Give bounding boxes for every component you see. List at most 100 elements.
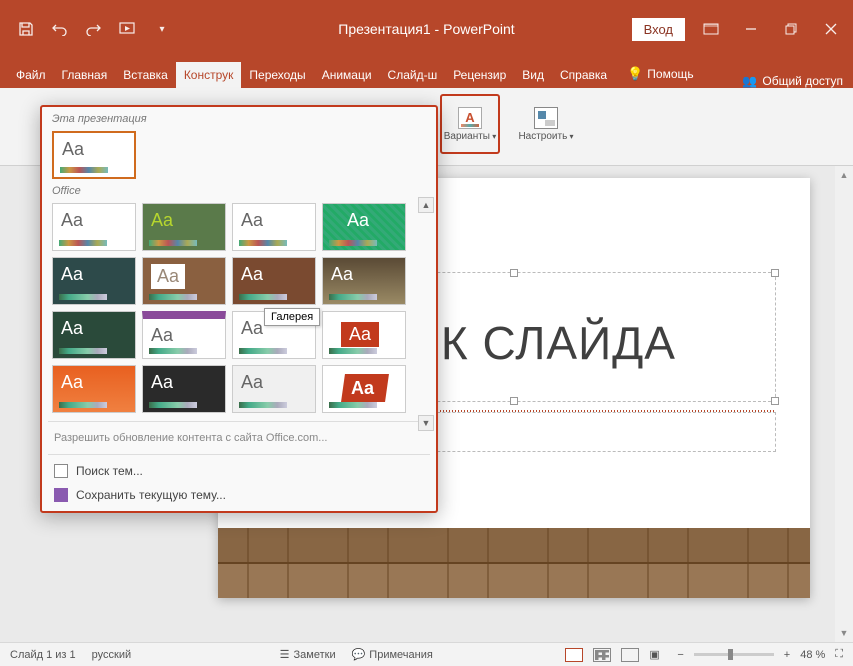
color-strip-icon — [239, 240, 287, 246]
vertical-scrollbar[interactable]: ▲ ▼ — [835, 166, 853, 642]
tab-file[interactable]: Файл — [8, 62, 54, 88]
theme-thumb[interactable]: Aa — [52, 203, 136, 251]
tab-home[interactable]: Главная — [54, 62, 116, 88]
color-strip-icon — [59, 240, 107, 246]
search-themes-icon — [54, 464, 68, 478]
minimize-icon[interactable] — [737, 18, 765, 40]
theme-thumb[interactable]: Aa — [322, 311, 406, 359]
theme-thumb[interactable]: Aa — [52, 365, 136, 413]
tab-slideshow[interactable]: Слайд-ш — [380, 62, 446, 88]
zoom-out-button[interactable]: − — [677, 649, 683, 661]
tab-transitions[interactable]: Переходы — [241, 62, 313, 88]
window-title: Презентация1 - PowerPoint — [338, 21, 514, 37]
color-strip-icon — [239, 348, 287, 354]
close-icon[interactable] — [817, 18, 845, 40]
normal-view-icon[interactable] — [565, 648, 583, 662]
theme-thumb-text: Aa — [341, 322, 379, 347]
theme-thumb[interactable]: Aa — [52, 311, 136, 359]
color-strip-icon — [239, 402, 287, 408]
slide-background-floor — [218, 528, 810, 598]
theme-thumb-text: Aa — [151, 372, 173, 393]
redo-icon[interactable] — [84, 20, 104, 38]
enable-office-updates[interactable]: Разрешить обновление контента с сайта Of… — [42, 426, 436, 450]
zoom-in-button[interactable]: + — [784, 649, 790, 661]
reading-view-icon[interactable] — [621, 648, 639, 662]
gallery-scrollbar[interactable]: ▲ ▼ — [418, 197, 434, 431]
comments-icon: 💬 — [352, 648, 366, 661]
theme-thumb-text: Aa — [151, 325, 173, 346]
zoom-value[interactable]: 48 % — [800, 649, 825, 661]
save-current-theme-item[interactable]: Сохранить текущую тему... — [42, 483, 436, 507]
theme-thumb[interactable]: Aa — [232, 257, 316, 305]
customize-button[interactable]: Настроить — [514, 94, 578, 154]
notes-button[interactable]: ☰ Заметки — [280, 648, 336, 661]
theme-thumb-text: Aa — [241, 264, 263, 285]
qat-customize-icon[interactable]: ▾ — [152, 20, 172, 38]
tab-help[interactable]: Справка — [552, 62, 615, 88]
color-strip-icon — [239, 294, 287, 300]
theme-thumb-text: Aa — [61, 372, 83, 393]
theme-thumb[interactable]: Aa — [232, 203, 316, 251]
customize-icon — [534, 107, 558, 129]
theme-thumb[interactable]: Aa — [142, 311, 226, 359]
theme-thumb-text: Aa — [241, 210, 263, 231]
theme-thumb-text: Aa — [61, 264, 83, 285]
customize-label: Настроить — [518, 131, 573, 142]
theme-thumb-text: Aa — [61, 318, 83, 339]
slide-counter[interactable]: Слайд 1 из 1 — [10, 649, 76, 661]
theme-thumb[interactable]: Aa — [142, 203, 226, 251]
search-themes-label: Поиск тем... — [76, 464, 143, 478]
color-strip-icon — [149, 240, 197, 246]
tab-review[interactable]: Рецензир — [445, 62, 514, 88]
theme-thumb[interactable]: Aa — [322, 257, 406, 305]
theme-thumb[interactable]: Aa — [52, 257, 136, 305]
start-slideshow-icon[interactable] — [118, 20, 138, 38]
theme-thumb[interactable]: Aa — [322, 203, 406, 251]
color-strip-icon — [329, 294, 377, 300]
notes-icon: ☰ — [280, 648, 290, 661]
slide-sorter-icon[interactable] — [593, 648, 611, 662]
save-icon[interactable] — [16, 20, 36, 38]
scroll-down-icon[interactable]: ▼ — [835, 624, 853, 642]
tell-me-search[interactable]: 💡 Помощь — [619, 60, 702, 88]
tab-insert[interactable]: Вставка — [115, 62, 176, 88]
theme-thumb-text: Aa — [331, 264, 353, 285]
fit-to-window-icon[interactable]: ⛶ — [835, 648, 843, 661]
tell-me-label: Помощь — [647, 67, 693, 81]
restore-icon[interactable] — [777, 18, 805, 40]
share-label: Общий доступ — [762, 74, 843, 88]
theme-thumb-text: Aa — [61, 210, 83, 231]
theme-gallery-dropdown: Эта презентация Aa Office AaAaAaAaAaAaAa… — [40, 105, 438, 513]
language-indicator[interactable]: русский — [92, 649, 131, 661]
undo-icon[interactable] — [50, 20, 70, 38]
tab-design[interactable]: Конструк — [176, 62, 242, 88]
tab-view[interactable]: Вид — [514, 62, 552, 88]
theme-thumb[interactable]: Aa — [142, 257, 226, 305]
gallery-scroll-up-icon[interactable]: ▲ — [418, 197, 434, 213]
gallery-scroll-down-icon[interactable]: ▼ — [418, 415, 434, 431]
share-icon: 👥 — [742, 74, 757, 88]
theme-thumb-text: Aa — [241, 372, 263, 393]
slideshow-view-icon[interactable]: ▣ — [649, 648, 667, 662]
sign-in-button[interactable]: Вход — [632, 18, 685, 41]
color-strip-icon — [149, 294, 197, 300]
theme-tooltip: Галерея — [264, 308, 320, 326]
color-strip-icon — [329, 348, 377, 354]
share-button[interactable]: 👥 Общий доступ — [742, 74, 843, 88]
zoom-slider[interactable] — [694, 653, 774, 656]
theme-thumb[interactable]: Aa — [142, 365, 226, 413]
theme-thumb[interactable]: Aa — [232, 365, 316, 413]
theme-thumb-current[interactable]: Aa — [52, 131, 136, 179]
comments-button[interactable]: 💬 Примечания — [352, 648, 433, 661]
theme-thumb-text: Aa — [351, 378, 374, 399]
theme-thumb[interactable]: Aa — [322, 365, 406, 413]
ribbon-options-icon[interactable] — [697, 18, 725, 40]
save-theme-icon — [54, 488, 68, 502]
color-strip-icon — [149, 402, 197, 408]
variants-button[interactable]: A Варианты — [440, 94, 500, 154]
theme-thumb-text: Aa — [241, 318, 263, 339]
search-themes-item[interactable]: Поиск тем... — [42, 459, 436, 483]
variants-icon: A — [458, 107, 482, 129]
tab-animations[interactable]: Анимаци — [314, 62, 380, 88]
scroll-up-icon[interactable]: ▲ — [835, 166, 853, 184]
